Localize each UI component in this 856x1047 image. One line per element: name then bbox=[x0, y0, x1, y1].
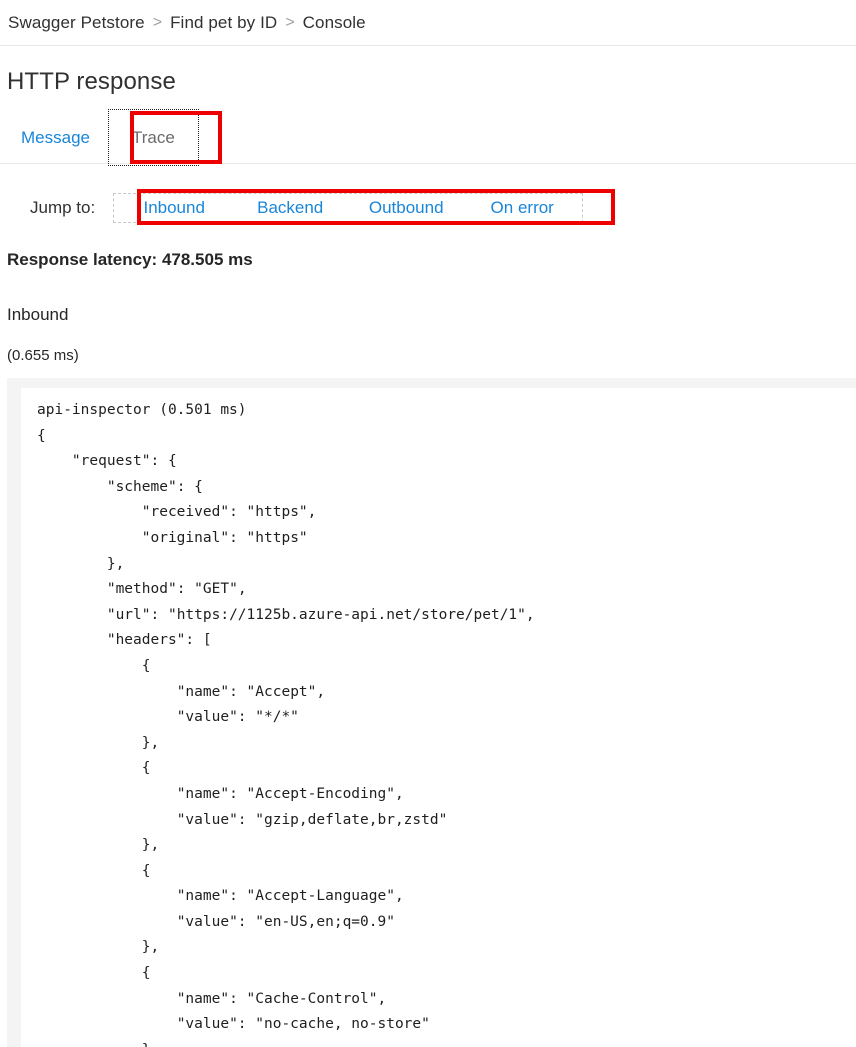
jump-to-links: Inbound Backend Outbound On error bbox=[113, 193, 583, 223]
jump-to-label: Jump to: bbox=[30, 198, 95, 218]
jump-link-backend[interactable]: Backend bbox=[232, 198, 348, 218]
page-title: HTTP response bbox=[7, 68, 176, 96]
http-response-console: Swagger Petstore > Find pet by ID > Cons… bbox=[0, 0, 856, 1047]
tab-trace[interactable]: Trace bbox=[111, 112, 196, 163]
tab-message[interactable]: Message bbox=[0, 112, 111, 163]
trace-code-inner[interactable]: api-inspector (0.501 ms) { "request": { … bbox=[21, 388, 856, 1047]
trace-json[interactable]: api-inspector (0.501 ms) { "request": { … bbox=[21, 388, 856, 1047]
breadcrumb-item-swagger-petstore[interactable]: Swagger Petstore bbox=[8, 13, 145, 33]
jump-link-inbound[interactable]: Inbound bbox=[116, 198, 232, 218]
breadcrumb-separator-icon: > bbox=[153, 14, 162, 32]
section-heading-inbound: Inbound bbox=[7, 305, 68, 325]
trace-code-block: api-inspector (0.501 ms) { "request": { … bbox=[7, 378, 856, 1047]
jump-link-on-error[interactable]: On error bbox=[464, 198, 580, 218]
breadcrumb-separator-icon: > bbox=[285, 14, 294, 32]
breadcrumb-item-find-pet-by-id[interactable]: Find pet by ID bbox=[170, 13, 277, 33]
section-duration-inbound: (0.655 ms) bbox=[7, 347, 79, 364]
response-latency: Response latency: 478.505 ms bbox=[7, 250, 253, 270]
breadcrumb: Swagger Petstore > Find pet by ID > Cons… bbox=[0, 0, 856, 46]
jump-link-outbound[interactable]: Outbound bbox=[348, 198, 464, 218]
response-tabs: Message Trace bbox=[0, 112, 856, 164]
jump-to-row: Jump to: Inbound Backend Outbound On err… bbox=[0, 190, 856, 226]
breadcrumb-item-console[interactable]: Console bbox=[303, 13, 366, 33]
